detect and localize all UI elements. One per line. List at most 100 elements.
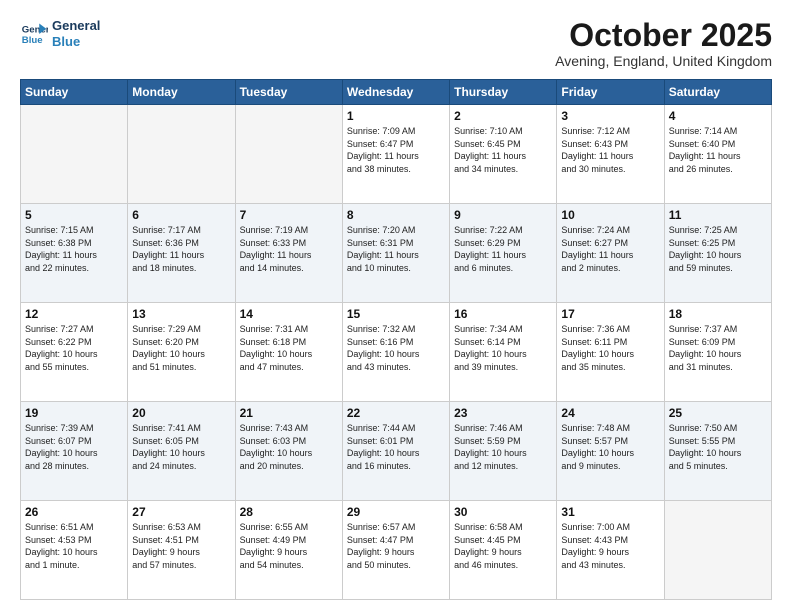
day-info: Sunrise: 7:50 AMSunset: 5:55 PMDaylight:… xyxy=(669,422,767,472)
calendar-cell xyxy=(128,105,235,204)
calendar-cell: 15 Sunrise: 7:32 AMSunset: 6:16 PMDayligh… xyxy=(342,303,449,402)
day-number: 2 xyxy=(454,109,552,123)
week-row-3: 12 Sunrise: 7:27 AMSunset: 6:22 PMDayligh… xyxy=(21,303,772,402)
day-number: 25 xyxy=(669,406,767,420)
calendar-cell xyxy=(235,105,342,204)
calendar-cell: 22Sunrise: 7:44 AMSunset: 6:01 PMDayligh… xyxy=(342,402,449,501)
calendar-cell: 1 Sunrise: 7:09 AMSunset: 6:47 PMDaylight… xyxy=(342,105,449,204)
calendar-cell: 24 Sunrise: 7:48 AMSunset: 5:57 PMDayligh… xyxy=(557,402,664,501)
weekday-header-row: SundayMondayTuesdayWednesdayThursdayFrid… xyxy=(21,80,772,105)
day-number: 1 xyxy=(347,109,445,123)
calendar-cell: 2 Sunrise: 7:10 AMSunset: 6:45 PMDaylight… xyxy=(450,105,557,204)
day-info: Sunrise: 7:19 AMSunset: 6:33 PMDaylight:… xyxy=(240,224,338,274)
day-info: Sunrise: 7:32 AMSunset: 6:16 PMDaylight:… xyxy=(347,323,445,373)
day-number: 15 xyxy=(347,307,445,321)
day-info: Sunrise: 7:25 AMSunset: 6:25 PMDaylight:… xyxy=(669,224,767,274)
calendar-cell: 29 Sunrise: 6:57 AMSunset: 4:47 PMDayligh… xyxy=(342,501,449,600)
weekday-header-tuesday: Tuesday xyxy=(235,80,342,105)
week-row-1: 1 Sunrise: 7:09 AMSunset: 6:47 PMDaylight… xyxy=(21,105,772,204)
day-info: Sunrise: 7:00 AMSunset: 4:43 PMDaylight:… xyxy=(561,521,659,571)
week-row-4: 19Sunrise: 7:39 AMSunset: 6:07 PMDayligh… xyxy=(21,402,772,501)
calendar-cell: 5Sunrise: 7:15 AMSunset: 6:38 PMDaylight… xyxy=(21,204,128,303)
calendar-header: SundayMondayTuesdayWednesdayThursdayFrid… xyxy=(21,80,772,105)
page: General Blue General Blue October 2025 A… xyxy=(0,0,792,612)
day-number: 13 xyxy=(132,307,230,321)
svg-text:Blue: Blue xyxy=(22,34,43,45)
logo-icon: General Blue xyxy=(20,20,48,48)
logo-text-general: General xyxy=(52,18,100,34)
day-info: Sunrise: 7:31 AMSunset: 6:18 PMDaylight:… xyxy=(240,323,338,373)
day-info: Sunrise: 7:10 AMSunset: 6:45 PMDaylight:… xyxy=(454,125,552,175)
day-info: Sunrise: 7:43 AMSunset: 6:03 PMDaylight:… xyxy=(240,422,338,472)
day-number: 3 xyxy=(561,109,659,123)
day-number: 27 xyxy=(132,505,230,519)
calendar-cell xyxy=(21,105,128,204)
day-info: Sunrise: 7:14 AMSunset: 6:40 PMDaylight:… xyxy=(669,125,767,175)
calendar-cell: 23Sunrise: 7:46 AMSunset: 5:59 PMDayligh… xyxy=(450,402,557,501)
day-number: 9 xyxy=(454,208,552,222)
calendar-cell: 4 Sunrise: 7:14 AMSunset: 6:40 PMDaylight… xyxy=(664,105,771,204)
header: General Blue General Blue October 2025 A… xyxy=(20,18,772,69)
logo: General Blue General Blue xyxy=(20,18,100,49)
day-number: 12 xyxy=(25,307,123,321)
day-number: 28 xyxy=(240,505,338,519)
day-number: 6 xyxy=(132,208,230,222)
day-number: 11 xyxy=(669,208,767,222)
calendar-cell: 9 Sunrise: 7:22 AMSunset: 6:29 PMDaylight… xyxy=(450,204,557,303)
calendar-cell: 11 Sunrise: 7:25 AMSunset: 6:25 PMDayligh… xyxy=(664,204,771,303)
calendar-cell: 21Sunrise: 7:43 AMSunset: 6:03 PMDayligh… xyxy=(235,402,342,501)
calendar-cell: 18Sunrise: 7:37 AMSunset: 6:09 PMDayligh… xyxy=(664,303,771,402)
calendar-cell: 26 Sunrise: 6:51 AMSunset: 4:53 PMDayligh… xyxy=(21,501,128,600)
day-info: Sunrise: 7:12 AMSunset: 6:43 PMDaylight:… xyxy=(561,125,659,175)
day-info: Sunrise: 6:55 AMSunset: 4:49 PMDaylight:… xyxy=(240,521,338,571)
day-number: 26 xyxy=(25,505,123,519)
calendar-cell xyxy=(664,501,771,600)
day-info: Sunrise: 7:15 AMSunset: 6:38 PMDaylight:… xyxy=(25,224,123,274)
calendar-cell: 20 Sunrise: 7:41 AMSunset: 6:05 PMDayligh… xyxy=(128,402,235,501)
day-info: Sunrise: 7:22 AMSunset: 6:29 PMDaylight:… xyxy=(454,224,552,274)
calendar-cell: 25 Sunrise: 7:50 AMSunset: 5:55 PMDayligh… xyxy=(664,402,771,501)
calendar-cell: 14 Sunrise: 7:31 AMSunset: 6:18 PMDayligh… xyxy=(235,303,342,402)
day-info: Sunrise: 6:58 AMSunset: 4:45 PMDaylight:… xyxy=(454,521,552,571)
title-area: October 2025 Avening, England, United Ki… xyxy=(555,18,772,69)
day-number: 16 xyxy=(454,307,552,321)
calendar-cell: 28 Sunrise: 6:55 AMSunset: 4:49 PMDayligh… xyxy=(235,501,342,600)
day-number: 14 xyxy=(240,307,338,321)
calendar-cell: 27Sunrise: 6:53 AMSunset: 4:51 PMDayligh… xyxy=(128,501,235,600)
day-info: Sunrise: 7:41 AMSunset: 6:05 PMDaylight:… xyxy=(132,422,230,472)
calendar-cell: 10Sunrise: 7:24 AMSunset: 6:27 PMDayligh… xyxy=(557,204,664,303)
day-number: 23 xyxy=(454,406,552,420)
day-number: 17 xyxy=(561,307,659,321)
day-info: Sunrise: 7:27 AMSunset: 6:22 PMDaylight:… xyxy=(25,323,123,373)
day-number: 29 xyxy=(347,505,445,519)
weekday-header-saturday: Saturday xyxy=(664,80,771,105)
week-row-5: 26 Sunrise: 6:51 AMSunset: 4:53 PMDayligh… xyxy=(21,501,772,600)
day-info: Sunrise: 7:20 AMSunset: 6:31 PMDaylight:… xyxy=(347,224,445,274)
day-info: Sunrise: 7:36 AMSunset: 6:11 PMDaylight:… xyxy=(561,323,659,373)
location: Avening, England, United Kingdom xyxy=(555,53,772,69)
day-number: 30 xyxy=(454,505,552,519)
calendar-cell: 12 Sunrise: 7:27 AMSunset: 6:22 PMDayligh… xyxy=(21,303,128,402)
calendar-cell: 16 Sunrise: 7:34 AMSunset: 6:14 PMDayligh… xyxy=(450,303,557,402)
day-info: Sunrise: 7:44 AMSunset: 6:01 PMDaylight:… xyxy=(347,422,445,472)
weekday-header-friday: Friday xyxy=(557,80,664,105)
week-row-2: 5Sunrise: 7:15 AMSunset: 6:38 PMDaylight… xyxy=(21,204,772,303)
day-info: Sunrise: 7:17 AMSunset: 6:36 PMDaylight:… xyxy=(132,224,230,274)
weekday-header-wednesday: Wednesday xyxy=(342,80,449,105)
logo-text-blue: Blue xyxy=(52,34,100,50)
day-number: 24 xyxy=(561,406,659,420)
day-info: Sunrise: 7:34 AMSunset: 6:14 PMDaylight:… xyxy=(454,323,552,373)
weekday-header-monday: Monday xyxy=(128,80,235,105)
day-info: Sunrise: 6:57 AMSunset: 4:47 PMDaylight:… xyxy=(347,521,445,571)
day-number: 20 xyxy=(132,406,230,420)
day-info: Sunrise: 7:24 AMSunset: 6:27 PMDaylight:… xyxy=(561,224,659,274)
day-info: Sunrise: 7:48 AMSunset: 5:57 PMDaylight:… xyxy=(561,422,659,472)
calendar-cell: 13Sunrise: 7:29 AMSunset: 6:20 PMDayligh… xyxy=(128,303,235,402)
day-info: Sunrise: 6:51 AMSunset: 4:53 PMDaylight:… xyxy=(25,521,123,571)
weekday-header-thursday: Thursday xyxy=(450,80,557,105)
calendar-cell: 19Sunrise: 7:39 AMSunset: 6:07 PMDayligh… xyxy=(21,402,128,501)
day-info: Sunrise: 7:09 AMSunset: 6:47 PMDaylight:… xyxy=(347,125,445,175)
day-number: 4 xyxy=(669,109,767,123)
calendar-cell: 7Sunrise: 7:19 AMSunset: 6:33 PMDaylight… xyxy=(235,204,342,303)
calendar-body: 1 Sunrise: 7:09 AMSunset: 6:47 PMDaylight… xyxy=(21,105,772,600)
